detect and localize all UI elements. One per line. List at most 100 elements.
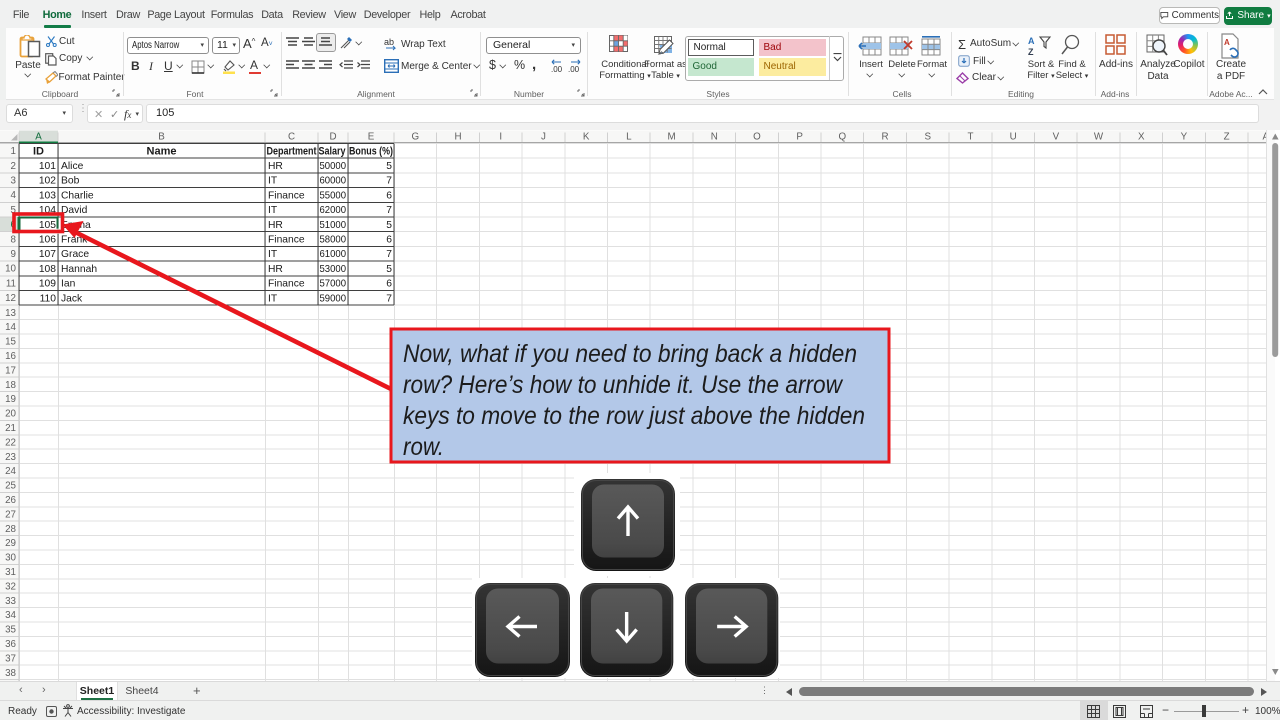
svg-text:X: X [1138, 132, 1145, 143]
svg-text:Finance: Finance [268, 279, 305, 290]
svg-text:26: 26 [5, 495, 16, 506]
svg-text:31: 31 [5, 567, 16, 578]
svg-text:Name: Name [147, 145, 177, 157]
svg-text:110: 110 [40, 293, 57, 304]
svg-text:A: A [1224, 38, 1230, 47]
svg-text:Charlie: Charlie [61, 190, 94, 201]
svg-text:50000: 50000 [320, 161, 347, 172]
svg-text:ID: ID [33, 145, 44, 157]
svg-text:Z: Z [1224, 132, 1230, 143]
svg-text:109: 109 [39, 279, 56, 290]
svg-text:Finance: Finance [268, 235, 305, 246]
svg-text:2: 2 [11, 161, 16, 172]
svg-text:38: 38 [5, 668, 16, 679]
svg-text:6: 6 [386, 235, 392, 246]
svg-text:7: 7 [386, 176, 392, 187]
svg-text:Bob: Bob [61, 176, 80, 187]
svg-text:55000: 55000 [320, 190, 347, 201]
svg-text:17: 17 [5, 365, 16, 376]
svg-text:G: G [412, 132, 420, 143]
svg-text:8: 8 [11, 234, 17, 245]
svg-text:106: 106 [39, 235, 56, 246]
svg-text:58000: 58000 [320, 235, 347, 246]
svg-text:O: O [753, 132, 761, 143]
svg-text:M: M [667, 132, 675, 143]
svg-text:4: 4 [11, 190, 17, 201]
svg-text:6: 6 [386, 190, 392, 201]
svg-text:.00: .00 [551, 65, 563, 73]
svg-text:61000: 61000 [320, 249, 347, 260]
svg-text:13: 13 [5, 308, 16, 319]
svg-text:U: U [1010, 132, 1017, 143]
svg-text:Jack: Jack [61, 293, 83, 304]
svg-text:101: 101 [39, 161, 56, 172]
svg-text:108: 108 [39, 264, 56, 275]
svg-text:12: 12 [5, 293, 16, 304]
svg-text:HR: HR [268, 264, 283, 275]
svg-text:22: 22 [5, 437, 16, 448]
svg-text:David: David [61, 205, 88, 216]
svg-text:34: 34 [5, 610, 16, 621]
svg-text:20: 20 [5, 409, 16, 420]
svg-text:14: 14 [5, 322, 16, 333]
svg-text:row? Here’s how to unhide it.: row? Here’s how to unhide it. Use the ar… [403, 371, 844, 399]
svg-text:K: K [583, 132, 590, 143]
svg-text:Alice: Alice [61, 161, 84, 172]
svg-text:Q: Q [839, 132, 847, 143]
svg-text:row.: row. [403, 433, 444, 461]
svg-text:16: 16 [5, 351, 16, 362]
svg-text:35: 35 [5, 625, 16, 636]
svg-text:V: V [1053, 132, 1060, 143]
svg-text:37: 37 [5, 653, 16, 664]
svg-text:24: 24 [5, 466, 16, 477]
svg-text:Bonus (%): Bonus (%) [349, 145, 393, 157]
svg-text:19: 19 [5, 394, 16, 405]
svg-text:H: H [455, 132, 462, 143]
svg-text:32: 32 [5, 581, 16, 592]
svg-text:D: D [329, 132, 336, 143]
svg-text:HR: HR [268, 161, 283, 172]
svg-text:J: J [541, 132, 546, 143]
svg-text:C: C [288, 132, 295, 143]
svg-text:10: 10 [5, 264, 16, 275]
svg-text:A: A [1028, 36, 1035, 46]
svg-text:5: 5 [386, 264, 392, 275]
svg-text:Department: Department [267, 145, 317, 157]
svg-text:Salary: Salary [319, 145, 347, 157]
svg-text:Ian: Ian [61, 279, 76, 290]
svg-text:57000: 57000 [320, 279, 347, 290]
svg-text:R: R [882, 132, 889, 143]
svg-text:7: 7 [386, 293, 392, 304]
svg-text:59000: 59000 [320, 293, 347, 304]
svg-text:IT: IT [268, 249, 278, 260]
svg-text:7: 7 [386, 205, 392, 216]
svg-text:IT: IT [268, 293, 278, 304]
svg-text:N: N [711, 132, 718, 143]
svg-text:keys to move to the row just a: keys to move to the row just above the h… [403, 402, 865, 430]
svg-text:B: B [158, 132, 165, 143]
svg-text:27: 27 [5, 509, 16, 520]
svg-text:Z: Z [1028, 47, 1034, 57]
svg-text:3: 3 [11, 176, 17, 187]
svg-text:36: 36 [5, 639, 16, 650]
svg-text:5: 5 [386, 161, 392, 172]
svg-text:105: 105 [39, 220, 56, 231]
svg-text:21: 21 [5, 423, 16, 434]
svg-text:E: E [368, 132, 375, 143]
svg-text:11: 11 [6, 278, 16, 289]
svg-text:Grace: Grace [61, 249, 89, 260]
svg-text:Finance: Finance [268, 190, 305, 201]
svg-text:ab: ab [384, 37, 394, 47]
svg-text:IT: IT [268, 205, 278, 216]
svg-text:33: 33 [5, 596, 16, 607]
svg-text:A: A [35, 132, 42, 143]
svg-text:S: S [924, 132, 931, 143]
svg-text:5: 5 [386, 220, 392, 231]
svg-text:W: W [1094, 132, 1104, 143]
svg-text:103: 103 [39, 190, 56, 201]
svg-text:62000: 62000 [320, 205, 347, 216]
svg-text:L: L [626, 132, 632, 143]
svg-text:Now, what if you need to bring: Now, what if you need to bring back a hi… [403, 340, 857, 368]
svg-text:T: T [967, 132, 973, 143]
svg-text:Hannah: Hannah [61, 264, 97, 275]
